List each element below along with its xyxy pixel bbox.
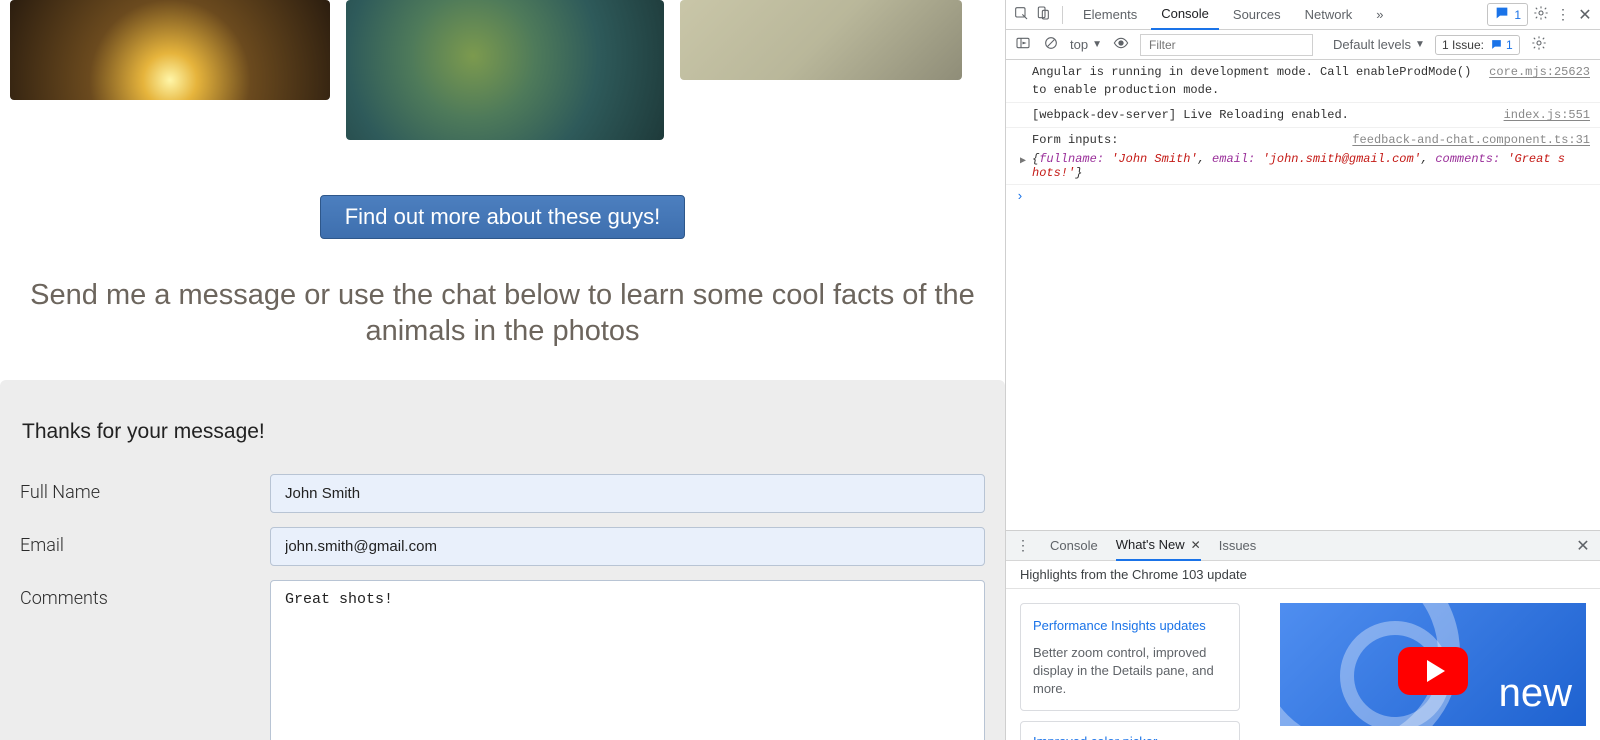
console-object-row[interactable]: ▶ {fullname: 'John Smith', email: 'john.… (1006, 152, 1600, 185)
settings-icon[interactable] (1532, 5, 1550, 24)
log-levels-selector[interactable]: Default levels ▼ (1333, 37, 1425, 52)
tab-console[interactable]: Console (1151, 0, 1219, 30)
source-link[interactable]: feedback-and-chat.component.ts:31 (1352, 131, 1590, 149)
feedback-form: Thanks for your message! Full Name Email… (0, 380, 1005, 740)
find-out-more-button[interactable]: Find out more about these guys! (320, 195, 686, 239)
promo-video[interactable]: new (1280, 603, 1586, 726)
comments-textarea[interactable]: Great shots! (270, 580, 985, 740)
drawer-subheading: Highlights from the Chrome 103 update (1006, 561, 1600, 589)
drawer-close-icon[interactable]: ✕ (1574, 536, 1592, 556)
promo-text: new (1499, 671, 1572, 716)
issues-badge[interactable]: 1 Issue: 1 (1435, 35, 1520, 55)
highlight-card[interactable]: Performance Insights updates Better zoom… (1020, 603, 1240, 711)
drawer-tab-whatsnew[interactable]: What's New ✕ (1116, 531, 1201, 561)
drawer-tab-issues[interactable]: Issues (1219, 538, 1257, 553)
comments-label: Comments (20, 580, 270, 609)
card-title: Improved color picker (1033, 732, 1227, 740)
tab-network[interactable]: Network (1295, 0, 1363, 30)
console-filter-input[interactable] (1140, 34, 1313, 56)
image-gallery (0, 0, 1005, 140)
chevron-down-icon: ▼ (1415, 39, 1425, 50)
sidebar-toggle-icon[interactable] (1014, 35, 1032, 54)
drawer-tabs: ⋮ Console What's New ✕ Issues ✕ (1006, 531, 1600, 561)
card-description: Better zoom control, improved display in… (1033, 644, 1227, 699)
console-settings-icon[interactable] (1530, 35, 1548, 54)
drawer-kebab-icon[interactable]: ⋮ (1014, 537, 1032, 554)
console-toolbar: top ▼ Default levels ▼ 1 Issue: 1 (1006, 30, 1600, 60)
gallery-image-3 (680, 0, 962, 80)
divider (1062, 6, 1063, 24)
close-tab-icon[interactable]: ✕ (1191, 538, 1201, 552)
console-output[interactable]: Angular is running in development mode. … (1006, 60, 1600, 530)
console-log-row[interactable]: Angular is running in development mode. … (1006, 60, 1600, 103)
section-subheading: Send me a message or use the chat below … (20, 277, 985, 350)
console-log-row[interactable]: Form inputs: feedback-and-chat.component… (1006, 128, 1600, 152)
fullname-input[interactable] (270, 474, 985, 513)
context-selector[interactable]: top ▼ (1070, 37, 1102, 52)
play-icon[interactable] (1398, 647, 1468, 695)
chat-icon (1494, 5, 1510, 24)
email-label: Email (20, 527, 270, 556)
messages-count: 1 (1514, 8, 1521, 22)
device-toggle-icon[interactable] (1034, 5, 1052, 24)
tab-sources[interactable]: Sources (1223, 0, 1291, 30)
devtools-panel: Elements Console Sources Network » 1 ⋮ ✕… (1005, 0, 1600, 740)
highlight-card[interactable]: Improved color picker (1020, 721, 1240, 740)
inspect-icon[interactable] (1012, 5, 1030, 24)
drawer-tab-console[interactable]: Console (1050, 538, 1098, 553)
console-log-row[interactable]: [webpack-dev-server] Live Reloading enab… (1006, 103, 1600, 128)
gallery-image-1 (10, 0, 330, 100)
kebab-icon[interactable]: ⋮ (1554, 6, 1572, 23)
source-link[interactable]: core.mjs:25623 (1489, 63, 1590, 99)
email-input[interactable] (270, 527, 985, 566)
thanks-message: Thanks for your message! (22, 420, 985, 444)
devtools-drawer: ⋮ Console What's New ✕ Issues ✕ Highligh… (1006, 530, 1600, 740)
chevron-down-icon: ▼ (1092, 39, 1102, 50)
fullname-label: Full Name (20, 474, 270, 503)
live-expression-icon[interactable] (1112, 35, 1130, 54)
messages-badge[interactable]: 1 (1487, 3, 1528, 26)
gallery-image-2 (346, 0, 664, 140)
clear-console-icon[interactable] (1042, 35, 1060, 54)
console-prompt[interactable]: › (1006, 185, 1600, 208)
source-link[interactable]: index.js:551 (1504, 106, 1590, 124)
close-icon[interactable]: ✕ (1576, 5, 1594, 25)
tab-more[interactable]: » (1366, 0, 1393, 30)
app-page: Find out more about these guys! Send me … (0, 0, 1005, 740)
tab-elements[interactable]: Elements (1073, 0, 1147, 30)
card-title: Performance Insights updates (1033, 616, 1227, 636)
expand-triangle-icon[interactable]: ▶ (1020, 155, 1026, 167)
devtools-top-tabs: Elements Console Sources Network » 1 ⋮ ✕ (1006, 0, 1600, 30)
drawer-body: Performance Insights updates Better zoom… (1006, 589, 1600, 740)
